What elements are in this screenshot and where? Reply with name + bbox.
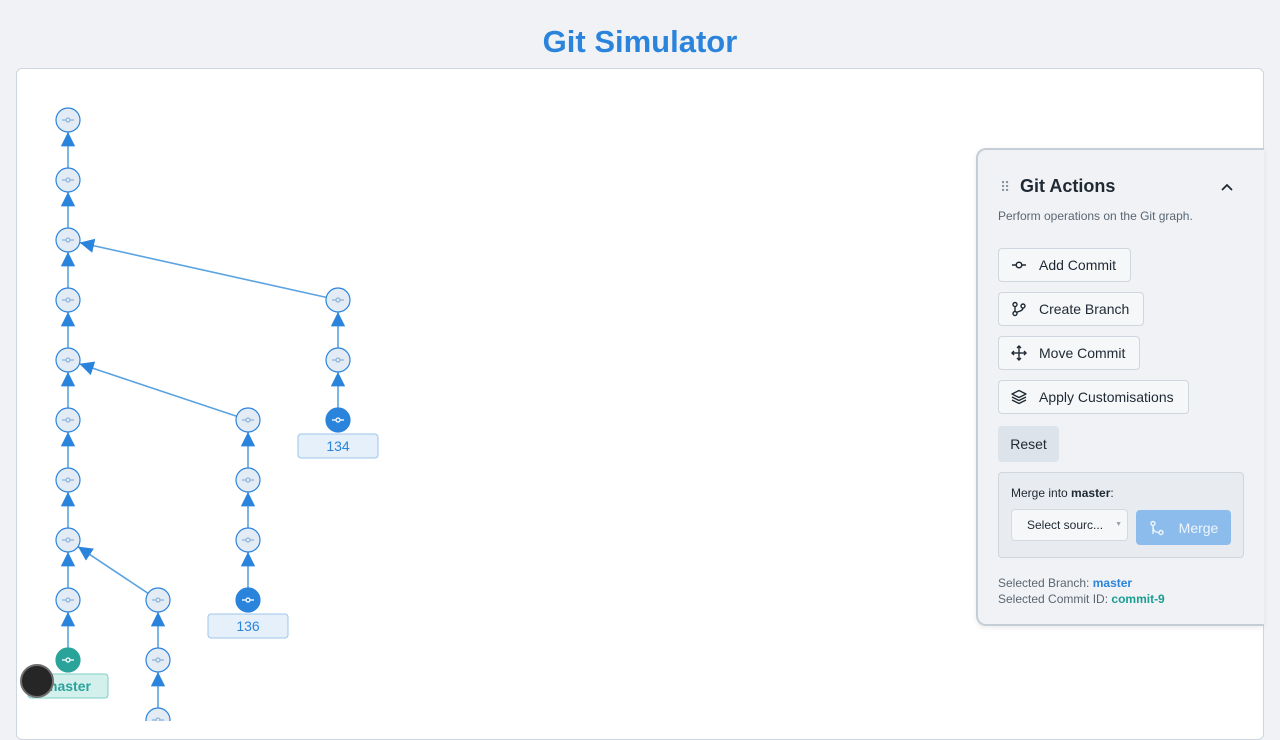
- selected-branch-value: master: [1092, 576, 1133, 590]
- commit-node[interactable]: [55, 167, 81, 193]
- drag-handle-icon[interactable]: ⠿: [1000, 180, 1010, 194]
- move-commit-button[interactable]: Move Commit: [998, 336, 1141, 370]
- branch-label-text: 134: [326, 438, 350, 454]
- commit-node[interactable]: [145, 707, 171, 721]
- merge-label: Merge into master:: [1011, 486, 1114, 500]
- merge-button[interactable]: Merge: [1136, 510, 1231, 545]
- move-commit-label: Move Commit: [1039, 345, 1126, 361]
- git-branch-icon: [1012, 301, 1026, 317]
- commit-node[interactable]: [145, 587, 171, 613]
- commit-node[interactable]: [55, 527, 81, 553]
- branch-label[interactable]: 136: [207, 613, 289, 639]
- chevron-down-icon: ▼: [1115, 521, 1122, 528]
- page-title: Git Simulator: [542, 24, 738, 59]
- commit-node[interactable]: [55, 347, 81, 373]
- merge-label-prefix: Merge into: [1011, 486, 1068, 500]
- graph-edge: [79, 238, 327, 299]
- panel-title: Git Actions: [1020, 176, 1116, 196]
- commit-node[interactable]: [55, 467, 81, 493]
- commit-node[interactable]: [325, 407, 351, 433]
- graph-edge: [77, 545, 149, 595]
- commit-node[interactable]: [235, 407, 261, 433]
- create-branch-label: Create Branch: [1039, 301, 1130, 317]
- commit-node[interactable]: [235, 527, 261, 553]
- git-actions-panel: ⠿ Git Actions Perform operations on the …: [976, 148, 1264, 626]
- commit-node[interactable]: [55, 587, 81, 613]
- merge-section: Merge into master: Select sourc... ▼ Mer…: [998, 472, 1244, 558]
- commit-node[interactable]: [235, 587, 261, 613]
- add-commit-label: Add Commit: [1039, 257, 1117, 273]
- selected-commit-value: commit-9: [1111, 592, 1165, 606]
- cursor-indicator: [20, 664, 54, 698]
- merge-source-select[interactable]: Select sourc... ▼: [1011, 509, 1128, 541]
- selected-commit-info: Selected Commit ID: commit-9: [998, 592, 1165, 606]
- commit-node[interactable]: [55, 407, 81, 433]
- commit-node[interactable]: [55, 647, 81, 673]
- merge-label-suffix: :: [1110, 486, 1114, 500]
- create-branch-button[interactable]: Create Branch: [998, 292, 1145, 326]
- apply-customisations-label: Apply Customisations: [1039, 389, 1174, 405]
- chevron-up-icon: [1221, 184, 1233, 191]
- commit-node[interactable]: [235, 467, 261, 493]
- panel-header: ⠿ Git Actions: [1000, 176, 1115, 197]
- panel-description: Perform operations on the Git graph.: [998, 209, 1193, 223]
- graph-edge: [79, 361, 237, 417]
- selected-branch-label: Selected Branch:: [998, 576, 1090, 590]
- merge-target-branch: master: [1071, 486, 1111, 500]
- branch-label[interactable]: 134: [297, 433, 379, 459]
- merge-source-placeholder: Select sourc...: [1027, 518, 1104, 532]
- reset-button[interactable]: Reset: [998, 426, 1059, 462]
- commit-node[interactable]: [55, 227, 81, 253]
- branch-label-text: 136: [236, 618, 260, 634]
- apply-customisations-button[interactable]: Apply Customisations: [998, 380, 1189, 414]
- selected-branch-info: Selected Branch: master: [998, 576, 1132, 590]
- selected-commit-label: Selected Commit ID:: [998, 592, 1109, 606]
- git-merge-icon: [1149, 520, 1164, 535]
- commit-icon: [1012, 261, 1026, 269]
- commit-node[interactable]: [55, 287, 81, 313]
- layers-icon: [1011, 389, 1027, 405]
- commit-node[interactable]: [325, 347, 351, 373]
- collapse-button[interactable]: [1218, 178, 1236, 196]
- commit-node[interactable]: [325, 287, 351, 313]
- commit-node[interactable]: [55, 107, 81, 133]
- commit-node[interactable]: [145, 647, 171, 673]
- merge-button-label: Merge: [1178, 519, 1219, 536]
- move-icon: [1011, 345, 1027, 361]
- add-commit-button[interactable]: Add Commit: [998, 248, 1132, 282]
